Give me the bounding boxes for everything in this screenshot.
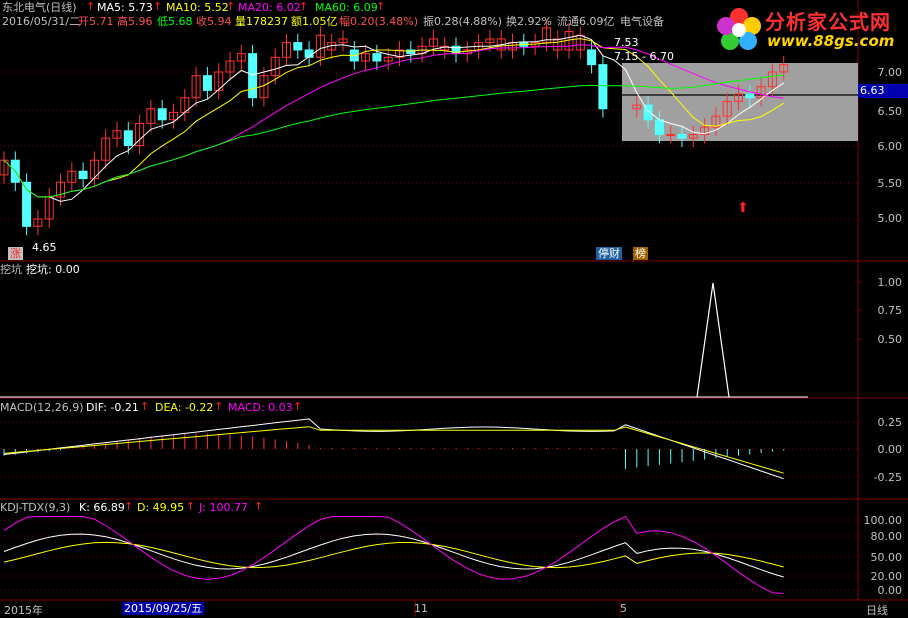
kdj-d-line <box>3 541 784 569</box>
ma-up-arrow-icon: ↑ <box>86 0 96 13</box>
quote-industry: 电气设备 <box>620 15 664 28</box>
ma10-label: MA10: 5.52 <box>166 1 229 14</box>
candle-body <box>248 53 258 99</box>
ind1-tick: 0.75 <box>877 304 903 317</box>
ma60-label: MA60: 6.09 <box>315 1 378 14</box>
kdj-k: K: 66.89 <box>79 501 125 514</box>
kdj-tick: 80.00 <box>870 530 903 543</box>
quote-low: 低5.68 <box>157 15 193 28</box>
ind1-tick: 1.00 <box>877 276 903 289</box>
up-arrow-icon: ↑ <box>254 500 264 513</box>
dea-line <box>3 426 784 474</box>
x-label-year: 2015年 <box>4 604 43 617</box>
kdj-tick: 0.00 <box>877 584 903 597</box>
ma5-label: MA5: 5.73 <box>97 1 153 14</box>
x-label-month: 11 <box>414 602 428 615</box>
macd-name: MACD(12,26,9) <box>0 401 84 414</box>
up-arrow-icon: ↑ <box>299 0 309 13</box>
kdj-name: KDJ-TDX(9,3) <box>0 501 71 514</box>
kdj-d: D: 49.95 <box>137 501 185 514</box>
limit-up-tag[interactable]: 涨 <box>8 247 23 260</box>
price-tick: 7.00 <box>877 66 903 79</box>
low-price-marker: 4.65 <box>32 241 57 254</box>
candle-body <box>587 49 597 66</box>
price-tick: 6.50 <box>877 105 903 118</box>
period-selector[interactable]: 日线 <box>866 602 888 618</box>
up-arrow-icon: ↑ <box>124 500 134 513</box>
x-label-month: 5 <box>620 602 627 615</box>
up-arrow-icon: ↑ <box>293 400 303 413</box>
kdj-tick: 100.00 <box>863 514 903 527</box>
macd-value: MACD: 0.03 <box>228 401 293 414</box>
candle-body <box>654 119 664 135</box>
suspension-tag[interactable]: 停财 <box>596 247 622 260</box>
quote-turnover: 换2.92% <box>506 15 552 28</box>
quote-open: 开5.71 <box>78 15 114 28</box>
quote-change: 幅0.20(3.48%) <box>339 15 419 28</box>
spike-line <box>696 282 730 398</box>
site-logo: 分析家公式网 www.88gs.com <box>713 4 905 56</box>
candle-body <box>78 170 88 180</box>
up-arrow-icon: ↑ <box>226 0 236 13</box>
cursor-date-tag: 2015/09/25/五 <box>122 602 205 615</box>
stock-title: 东北电气(日线) <box>2 1 77 14</box>
price-tick: 6.00 <box>877 140 903 153</box>
macd-dif: DIF: -0.21 <box>86 401 139 414</box>
quote-float-cap: 流通6.09亿 <box>557 15 615 28</box>
candle-body <box>677 133 687 139</box>
candle-body <box>157 108 167 121</box>
candle-body <box>372 53 382 62</box>
chart-canvas[interactable]: ⬆ <box>0 0 908 617</box>
quote-amplitude: 振0.28(4.88%) <box>423 15 503 28</box>
kdj-tick: 20.00 <box>870 570 903 583</box>
up-arrow-icon: ↑ <box>186 500 196 513</box>
candle-body <box>123 130 133 147</box>
up-arrow-icon: ↑ <box>153 0 163 13</box>
up-arrow-icon: ↑ <box>376 0 386 13</box>
quote-volume: 量178237 <box>235 15 288 28</box>
candle-body <box>202 75 212 91</box>
kdj-j: J: 100.77 <box>199 501 248 514</box>
candle-body <box>666 133 676 136</box>
macd-tick: 0.25 <box>877 416 903 429</box>
ma20-label: MA20: 6.02 <box>238 1 301 14</box>
quote-amount: 额1.05亿 <box>291 15 338 28</box>
macd-tick: 0.00 <box>877 443 903 456</box>
price-tick: 5.00 <box>877 212 903 225</box>
candle-body <box>293 42 303 51</box>
macd-dea: DEA: -0.22 <box>155 401 214 414</box>
up-arrow-icon: ↑ <box>214 400 224 413</box>
price-tick: 5.50 <box>877 177 903 190</box>
candle-body <box>598 64 608 110</box>
kdj-k-line <box>3 533 784 578</box>
logo-title: 分析家公式网 <box>765 10 891 34</box>
flower-logo-icon <box>717 8 761 50</box>
ind1-name: 挖坑 <box>0 263 22 276</box>
ranking-tag[interactable]: 榜 <box>633 247 648 260</box>
quote-close: 收5.94 <box>196 15 232 28</box>
quote-high: 高5.96 <box>117 15 153 28</box>
current-price-tag: 6.63 <box>858 84 908 98</box>
high-price-marker: 7.53 <box>614 36 639 49</box>
buy-arrow-icon: ⬆ <box>737 200 749 216</box>
logo-url: www.88gs.com <box>767 32 895 50</box>
ind1-tick: 0.50 <box>877 333 903 346</box>
macd-tick: -0.25 <box>873 471 902 484</box>
candle-body <box>745 93 755 99</box>
kdj-tick: 50.00 <box>870 551 903 564</box>
ind1-value: 挖坑: 0.00 <box>26 263 80 276</box>
kdj-j-line <box>3 515 784 594</box>
range-box-label: 7.15 - 6.70 <box>614 50 674 63</box>
quote-date: 2016/05/31/二 <box>2 15 81 28</box>
up-arrow-icon: ↑ <box>140 400 150 413</box>
